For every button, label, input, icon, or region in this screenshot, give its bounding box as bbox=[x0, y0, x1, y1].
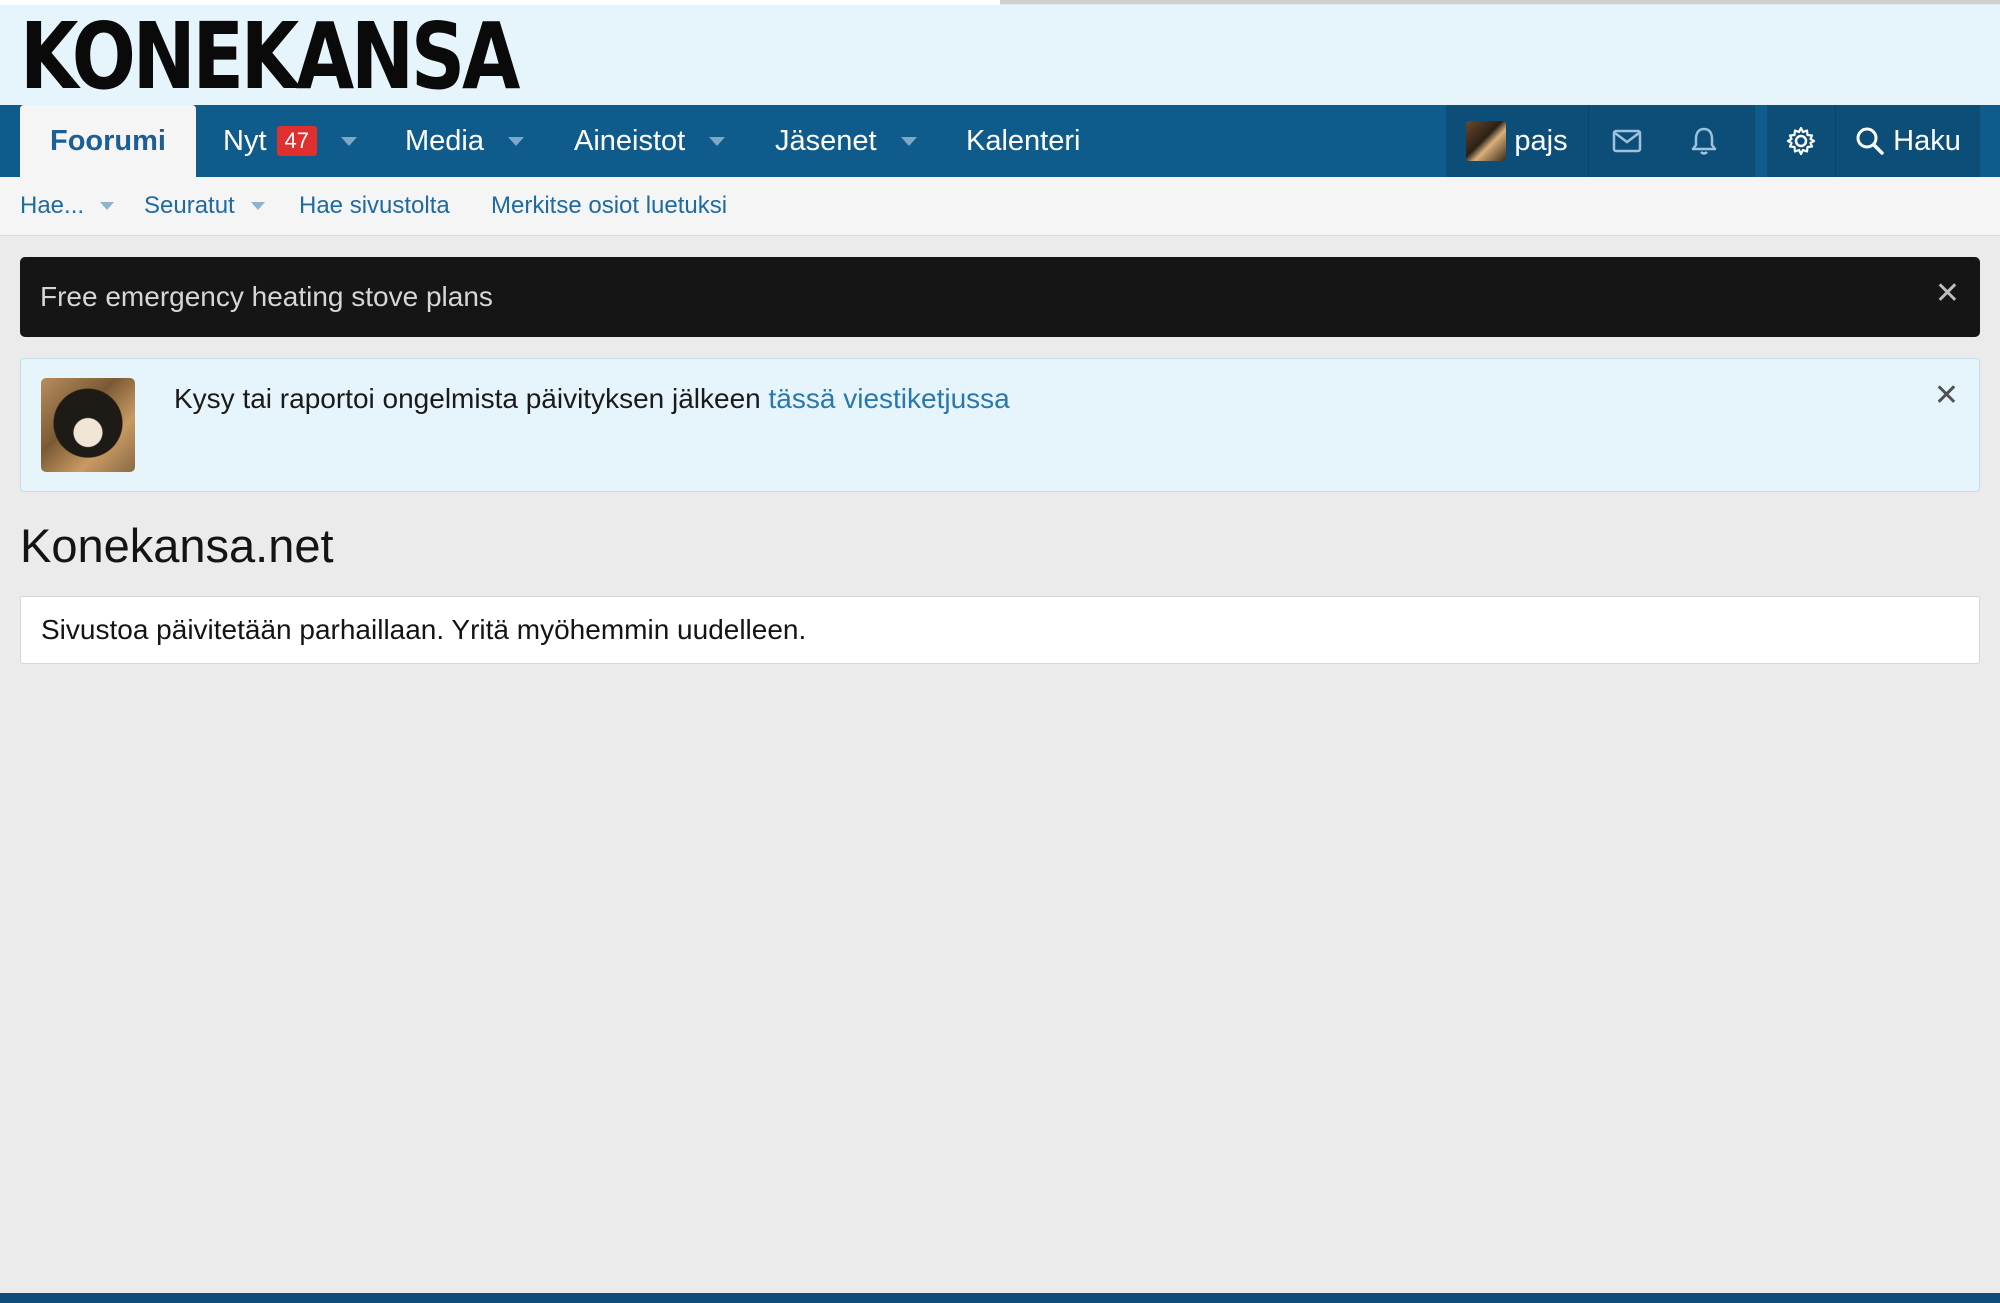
tab-nyt-label: Nyt bbox=[223, 125, 267, 157]
site-header: KONEKANSA bbox=[0, 5, 2000, 105]
envelope-icon bbox=[1612, 129, 1642, 153]
search-icon bbox=[1856, 127, 1884, 155]
chevron-down-icon[interactable] bbox=[250, 202, 265, 210]
maintenance-message: Sivustoa päivitetään parhaillaan. Yritä … bbox=[41, 614, 807, 645]
tab-media-label: Media bbox=[405, 125, 484, 157]
user-avatar bbox=[1466, 121, 1507, 161]
nav-gap bbox=[1755, 105, 1767, 177]
chevron-down-icon[interactable] bbox=[508, 136, 524, 146]
chevron-down-icon[interactable] bbox=[340, 136, 357, 146]
bell-icon bbox=[1691, 127, 1717, 155]
notice-info-text: Kysy tai raportoi ongelmista päivityksen… bbox=[174, 379, 1010, 419]
footer-bar bbox=[0, 1293, 2000, 1303]
gear-icon bbox=[1786, 126, 1816, 156]
tab-nyt[interactable]: Nyt 47 bbox=[223, 105, 357, 177]
notice-banner-info: Kysy tai raportoi ongelmista päivityksen… bbox=[20, 358, 1980, 492]
site-logo[interactable]: KONEKANSA bbox=[20, 11, 520, 103]
conversations-button[interactable] bbox=[1589, 105, 1665, 177]
settings-button[interactable] bbox=[1767, 105, 1835, 177]
tab-jasenet[interactable]: Jäsenet bbox=[775, 105, 917, 177]
chevron-down-icon[interactable] bbox=[709, 136, 726, 146]
subnav-search-site[interactable]: Hae sivustolta bbox=[299, 177, 450, 235]
tab-aineistot[interactable]: Aineistot bbox=[574, 105, 726, 177]
notice-banner-dark: Free emergency heating stove plans ✕ bbox=[20, 257, 1980, 337]
tab-foorumi-label: Foorumi bbox=[50, 125, 166, 157]
tab-foorumi[interactable]: Foorumi bbox=[20, 105, 196, 177]
chevron-down-icon[interactable] bbox=[100, 202, 115, 210]
maintenance-message-box: Sivustoa päivitetään parhaillaan. Yritä … bbox=[20, 596, 1980, 664]
subnav-mark-read[interactable]: Merkitse osiot luetuksi bbox=[491, 177, 727, 235]
sub-navigation: Hae... Seuratut Hae sivustolta Merkitse … bbox=[0, 177, 2000, 236]
tab-kalenteri-label: Kalenteri bbox=[966, 125, 1081, 157]
tab-aineistot-label: Aineistot bbox=[574, 125, 686, 157]
close-icon[interactable]: ✕ bbox=[1934, 381, 1959, 411]
search-button[interactable]: Haku bbox=[1836, 105, 1980, 177]
search-label: Haku bbox=[1893, 124, 1961, 157]
subnav-watched[interactable]: Seuratut bbox=[144, 177, 265, 235]
subnav-item-label: Merkitse osiot luetuksi bbox=[491, 192, 728, 219]
subnav-item-label: Seuratut bbox=[144, 192, 235, 219]
main-navigation: Foorumi Nyt 47 Media Aineistot Jäsenet K… bbox=[0, 105, 2000, 177]
subnav-search-menu[interactable]: Hae... bbox=[20, 177, 115, 235]
notice-avatar bbox=[41, 378, 135, 472]
chevron-down-icon[interactable] bbox=[900, 136, 917, 146]
notice-info-message: Kysy tai raportoi ongelmista päivityksen… bbox=[174, 383, 769, 414]
alerts-button[interactable] bbox=[1665, 105, 1743, 177]
browser-top-edge-right bbox=[1000, 0, 2000, 4]
subnav-item-label: Hae sivustolta bbox=[299, 192, 450, 219]
notice-dark-text[interactable]: Free emergency heating stove plans bbox=[40, 257, 493, 337]
username-label: pajs bbox=[1514, 124, 1568, 157]
notice-info-link[interactable]: tässä viestiketjussa bbox=[769, 383, 1010, 414]
tab-media[interactable]: Media bbox=[405, 105, 524, 177]
tab-jasenet-label: Jäsenet bbox=[775, 125, 877, 157]
close-icon[interactable]: ✕ bbox=[1935, 279, 1960, 309]
subnav-item-label: Hae... bbox=[20, 192, 85, 219]
user-menu-button[interactable]: pajs bbox=[1446, 105, 1588, 177]
new-count-badge: 47 bbox=[276, 126, 317, 156]
tab-kalenteri[interactable]: Kalenteri bbox=[966, 105, 1080, 177]
page-title: Konekansa.net bbox=[20, 519, 334, 572]
